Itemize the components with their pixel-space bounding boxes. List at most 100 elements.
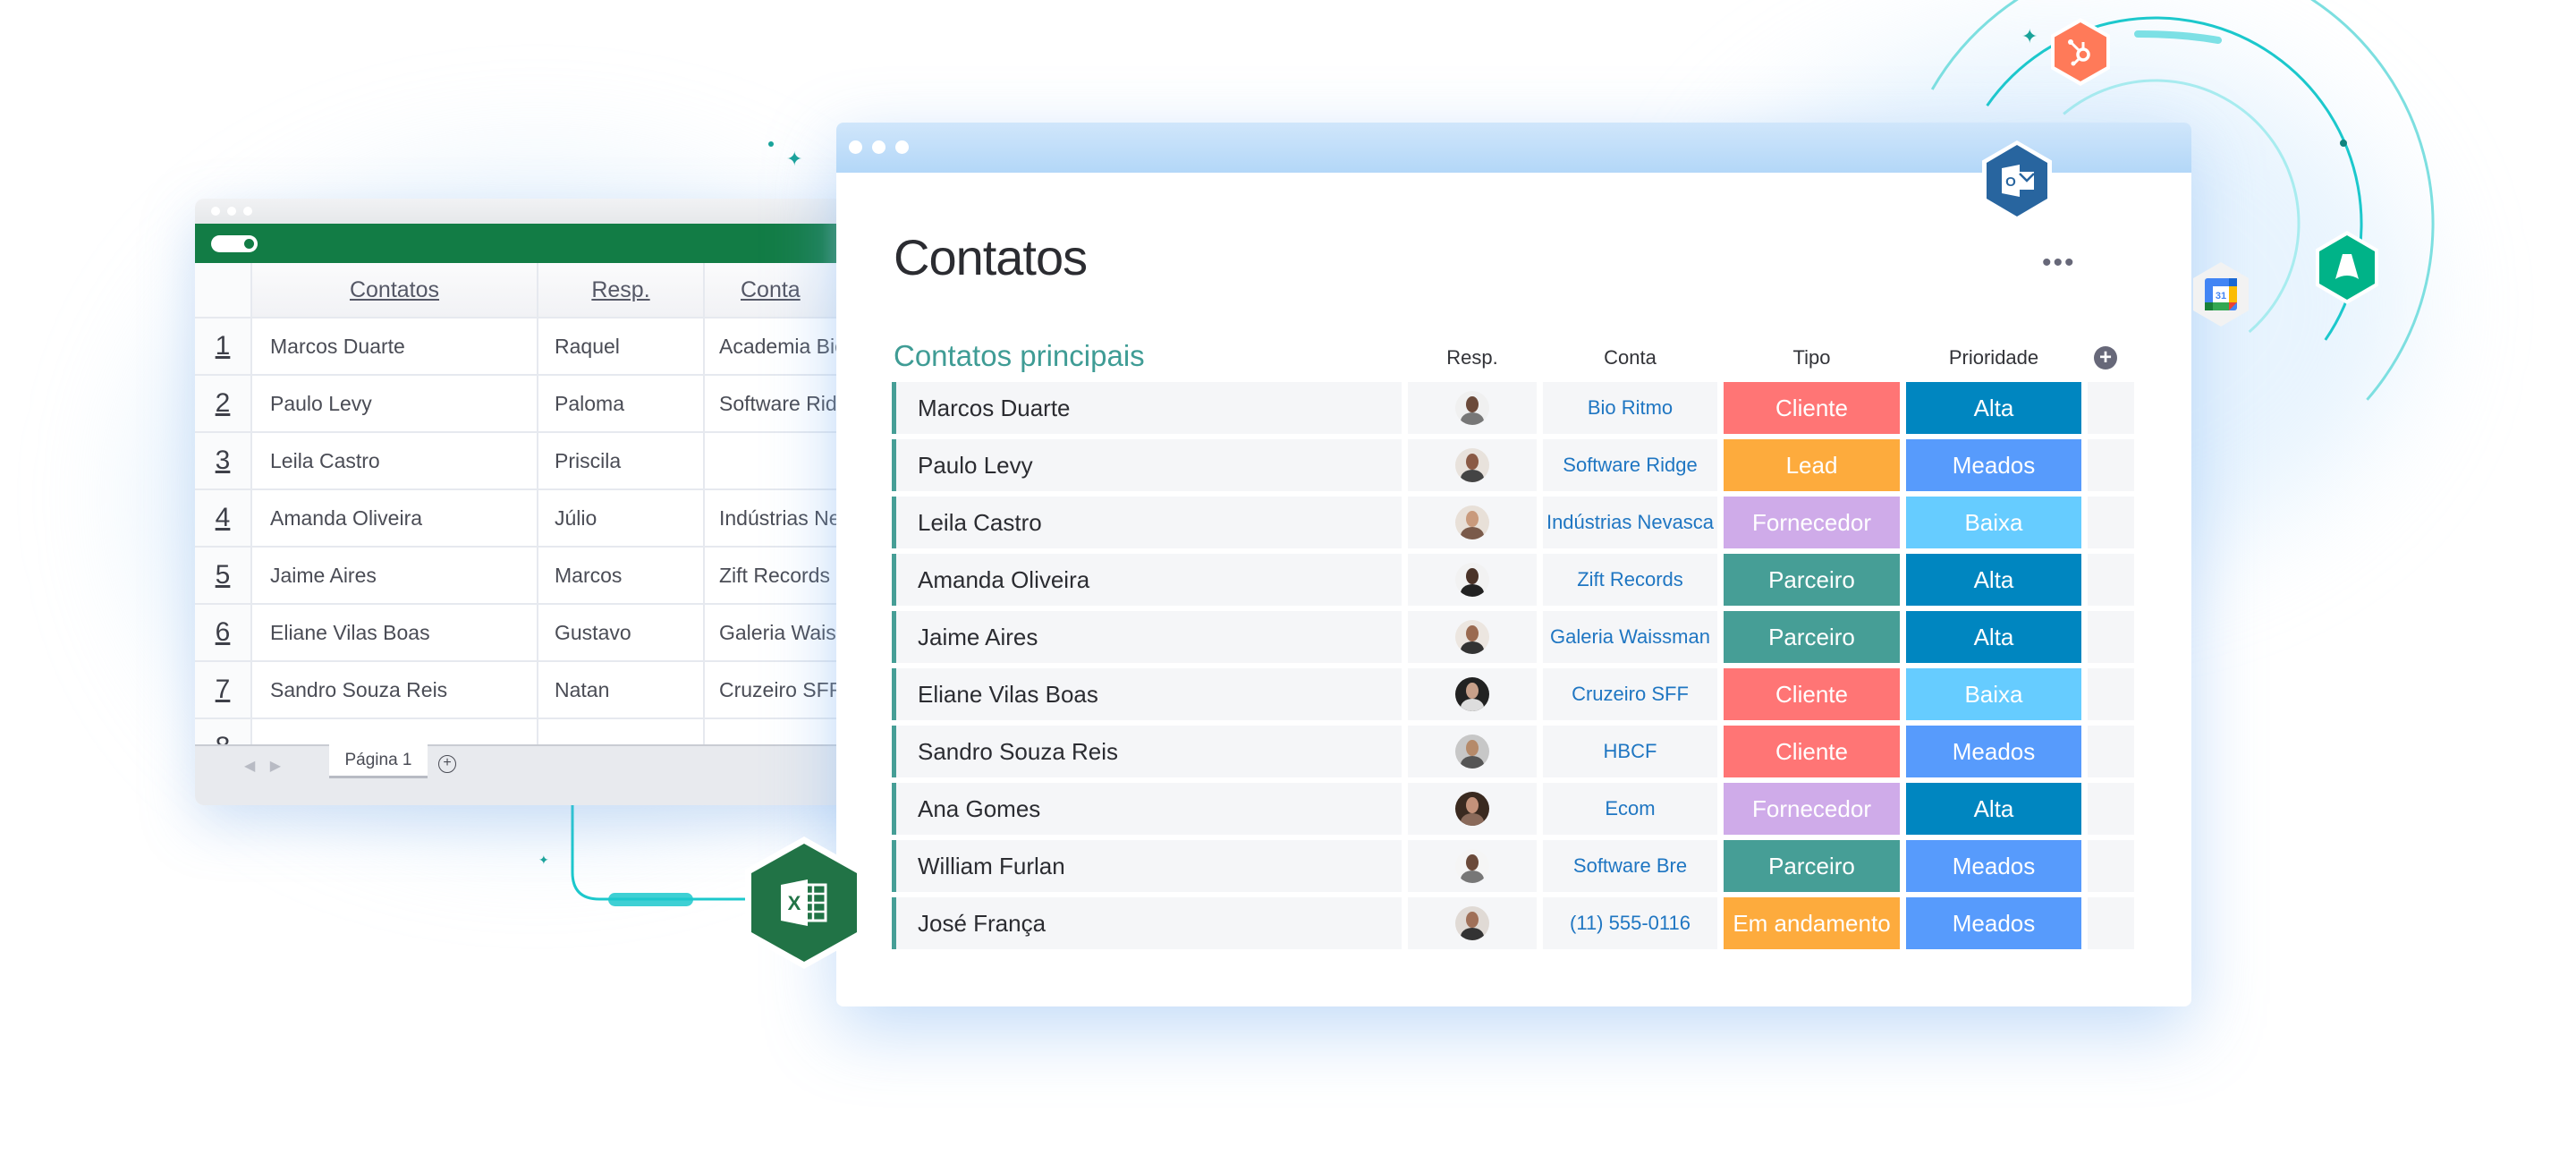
prioridade-status-label[interactable]: Alta [1906,554,2081,606]
column-header-contatos[interactable]: Contatos [252,263,538,317]
window-dot[interactable] [227,207,236,216]
item-name[interactable]: Ana Gomes [892,783,1402,835]
prioridade-status-label[interactable]: Meados [1906,897,2081,949]
row-number[interactable]: 3 [195,433,252,488]
sheet-nav-arrows[interactable]: ◀ ▶ [244,757,286,775]
prioridade-status-label[interactable]: Alta [1906,382,2081,434]
prioridade-status-label[interactable]: Alta [1906,783,2081,835]
avatar[interactable] [1455,792,1489,826]
add-column-button[interactable]: + [2094,346,2117,369]
person-cell[interactable] [1408,840,1537,892]
person-cell[interactable] [1408,382,1537,434]
cell-resp[interactable]: Gustavo [538,605,705,660]
window-dot[interactable] [895,140,909,154]
empty-cell[interactable] [2088,554,2134,606]
row-number[interactable]: 5 [195,548,252,603]
prioridade-status-label[interactable]: Baixa [1906,668,2081,720]
cell-contato[interactable]: Leila Castro [252,433,538,488]
more-options-icon[interactable]: ••• [2042,248,2076,278]
cell-resp[interactable]: Priscila [538,433,705,488]
cell-resp[interactable]: Júlio [538,490,705,546]
empty-cell[interactable] [2088,382,2134,434]
window-dot[interactable] [243,207,252,216]
conta-link[interactable]: (11) 555-0116 [1543,897,1717,949]
cell-contato[interactable]: Marcos Duarte [252,318,538,374]
avatar[interactable] [1455,620,1489,654]
person-cell[interactable] [1408,554,1537,606]
item-name[interactable]: Sandro Souza Reis [892,726,1402,777]
avatar[interactable] [1455,677,1489,711]
tipo-status-label[interactable]: Fornecedor [1724,783,1900,835]
window-dot[interactable] [211,207,220,216]
cell-contato[interactable]: Amanda Oliveira [252,490,538,546]
cell-contato[interactable]: Eliane Vilas Boas [252,605,538,660]
conta-link[interactable]: Software Ridge [1543,439,1717,491]
tipo-status-label[interactable]: Cliente [1724,668,1900,720]
avatar[interactable] [1455,448,1489,482]
tipo-status-label[interactable]: Em andamento [1724,897,1900,949]
prioridade-status-label[interactable]: Meados [1906,726,2081,777]
row-number[interactable]: 7 [195,662,252,718]
prioridade-status-label[interactable]: Alta [1906,611,2081,663]
item-name[interactable]: William Furlan [892,840,1402,892]
ribbon-toggle[interactable] [211,235,258,252]
tipo-status-label[interactable]: Fornecedor [1724,497,1900,548]
avatar[interactable] [1455,906,1489,940]
person-cell[interactable] [1408,897,1537,949]
tipo-status-label[interactable]: Parceiro [1724,554,1900,606]
person-cell[interactable] [1408,439,1537,491]
column-header-prioridade[interactable]: Prioridade [1906,346,2081,369]
tipo-status-label[interactable]: Lead [1724,439,1900,491]
cell-contato[interactable]: Sandro Souza Reis [252,662,538,718]
window-dot[interactable] [872,140,886,154]
item-name[interactable]: José França [892,897,1402,949]
item-name[interactable]: Leila Castro [892,497,1402,548]
row-number[interactable]: 4 [195,490,252,546]
empty-cell[interactable] [2088,497,2134,548]
column-header-tipo[interactable]: Tipo [1724,346,1900,369]
prioridade-status-label[interactable]: Meados [1906,439,2081,491]
item-name[interactable]: Jaime Aires [892,611,1402,663]
empty-cell[interactable] [2088,439,2134,491]
avatar[interactable] [1455,505,1489,539]
prioridade-status-label[interactable]: Meados [1906,840,2081,892]
item-name[interactable]: Amanda Oliveira [892,554,1402,606]
person-cell[interactable] [1408,497,1537,548]
empty-cell[interactable] [2088,840,2134,892]
tipo-status-label[interactable]: Parceiro [1724,840,1900,892]
conta-link[interactable]: Software Bre [1543,840,1717,892]
cell-resp[interactable]: Natan [538,662,705,718]
person-cell[interactable] [1408,611,1537,663]
tipo-status-label[interactable]: Cliente [1724,382,1900,434]
cell-resp[interactable]: Raquel [538,318,705,374]
row-number[interactable]: 6 [195,605,252,660]
group-title[interactable]: Contatos principais [894,339,1145,373]
conta-link[interactable]: HBCF [1543,726,1717,777]
person-cell[interactable] [1408,726,1537,777]
add-sheet-button[interactable]: + [438,755,456,773]
cell-resp[interactable]: Paloma [538,376,705,431]
column-header-resp[interactable]: Resp. [538,263,705,317]
person-cell[interactable] [1408,668,1537,720]
avatar[interactable] [1455,849,1489,883]
tipo-status-label[interactable]: Cliente [1724,726,1900,777]
cell-resp[interactable]: Marcos [538,548,705,603]
empty-cell[interactable] [2088,897,2134,949]
row-number[interactable]: 1 [195,318,252,374]
item-name[interactable]: Marcos Duarte [892,382,1402,434]
avatar[interactable] [1455,563,1489,597]
conta-link[interactable]: Zift Records [1543,554,1717,606]
cell-contato[interactable]: Jaime Aires [252,548,538,603]
avatar[interactable] [1455,735,1489,769]
column-header-conta[interactable]: Conta [1543,346,1717,369]
prioridade-status-label[interactable]: Baixa [1906,497,2081,548]
empty-cell[interactable] [2088,783,2134,835]
empty-cell[interactable] [2088,668,2134,720]
item-name[interactable]: Eliane Vilas Boas [892,668,1402,720]
empty-cell[interactable] [2088,726,2134,777]
person-cell[interactable] [1408,783,1537,835]
tipo-status-label[interactable]: Parceiro [1724,611,1900,663]
empty-cell[interactable] [2088,611,2134,663]
conta-link[interactable]: Galeria Waissman [1543,611,1717,663]
conta-link[interactable]: Bio Ritmo [1543,382,1717,434]
